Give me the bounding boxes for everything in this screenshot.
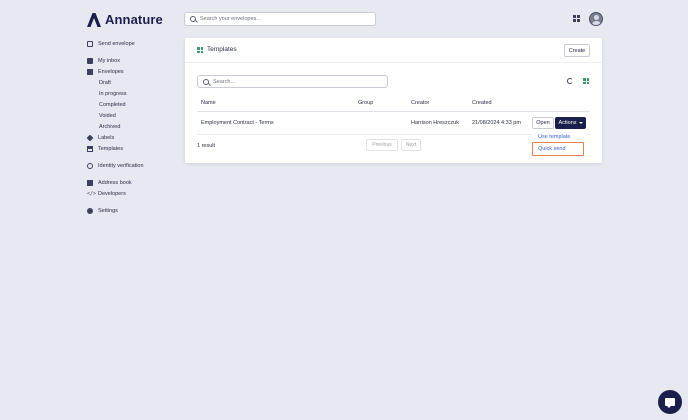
sidebar-item-draft[interactable]: Draft <box>87 77 177 88</box>
code-icon: </> <box>87 190 97 197</box>
chat-button[interactable] <box>658 390 682 414</box>
page-title: Templates <box>207 46 237 53</box>
chevron-down-icon <box>578 122 583 124</box>
menu-item-use-template[interactable]: Use template <box>538 134 570 140</box>
header-divider <box>197 111 590 112</box>
chat-icon <box>665 398 675 408</box>
inbox-icon <box>87 57 93 64</box>
quick-send-highlight <box>532 142 584 156</box>
app-name: Annature <box>105 12 163 27</box>
column-header-creator[interactable]: Creator <box>411 100 429 106</box>
sidebar-item-templates[interactable]: Templates <box>87 143 177 154</box>
previous-button[interactable]: Previous <box>366 139 398 151</box>
apps-icon[interactable] <box>573 15 580 22</box>
sidebar-item-completed[interactable]: Completed <box>87 99 177 110</box>
avatar[interactable] <box>589 12 603 26</box>
column-header-name[interactable]: Name <box>201 100 216 106</box>
cell-creator: Harrison Hreszczuk <box>411 120 459 126</box>
grid-icon[interactable] <box>583 78 589 84</box>
template-search-input[interactable]: Search... <box>197 75 388 88</box>
sidebar-item-send-envelope[interactable]: Send envelope <box>87 38 177 49</box>
gear-icon <box>87 207 93 214</box>
cell-name[interactable]: Employment Contract - Terms <box>201 120 274 126</box>
search-icon <box>190 16 196 22</box>
envelope-icon <box>87 68 93 75</box>
logo-mark-icon <box>87 12 101 27</box>
app-logo[interactable]: Annature <box>87 12 163 27</box>
sidebar-item-labels[interactable]: Labels <box>86 132 177 143</box>
actions-button[interactable]: Actions <box>555 117 586 129</box>
book-icon <box>87 179 93 186</box>
templates-grid-icon <box>197 47 203 53</box>
envelope-search-input[interactable]: Search your envelopes... <box>184 12 376 26</box>
template-icon <box>87 145 93 152</box>
card-header: Templates Create <box>185 38 602 63</box>
sidebar-item-in-progress[interactable]: In progress <box>87 88 177 99</box>
label-icon <box>86 134 94 141</box>
search-icon <box>203 78 209 85</box>
sidebar-item-identity-verification[interactable]: Identity verification <box>87 160 177 171</box>
column-header-created[interactable]: Created <box>472 100 492 106</box>
refresh-icon[interactable] <box>567 78 573 84</box>
sidebar-item-address-book[interactable]: Address book <box>87 177 177 188</box>
column-header-group[interactable]: Group <box>358 100 373 106</box>
eye-icon <box>87 162 93 169</box>
sidebar: Send envelope My inbox Envelopes Draft I… <box>86 38 177 216</box>
open-button[interactable]: Open <box>532 117 554 129</box>
search-placeholder: Search your envelopes... <box>200 16 261 22</box>
sidebar-item-my-inbox[interactable]: My inbox <box>87 55 177 66</box>
sidebar-item-envelopes[interactable]: Envelopes <box>87 66 177 77</box>
create-button[interactable]: Create <box>564 44 590 57</box>
sidebar-item-archived[interactable]: Archived <box>87 121 177 132</box>
send-icon <box>87 40 93 47</box>
sidebar-item-developers[interactable]: </> Developers <box>87 188 177 199</box>
result-count: 1 result <box>197 143 216 149</box>
next-button[interactable]: Next <box>401 139 421 151</box>
sidebar-item-settings[interactable]: Settings <box>87 205 177 216</box>
sidebar-item-voided[interactable]: Voided <box>87 110 177 121</box>
cell-created: 21/08/2024 4:33 pm <box>472 120 521 126</box>
search-placeholder: Search... <box>213 78 236 85</box>
